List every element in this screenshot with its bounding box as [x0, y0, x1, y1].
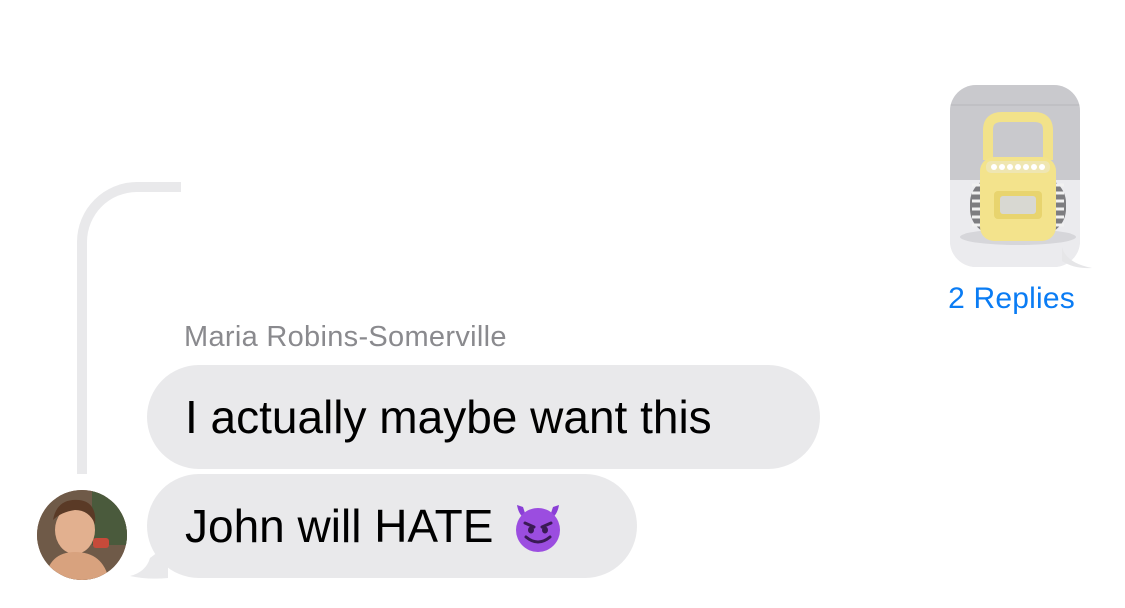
boombox-photo [950, 85, 1080, 267]
incoming-bubble-tail [130, 552, 168, 579]
thread-replies-link[interactable]: 2 Replies [948, 282, 1075, 316]
outgoing-bubble-tail [1062, 247, 1092, 269]
outgoing-image-message[interactable] [950, 85, 1080, 267]
sender-avatar[interactable] [37, 490, 127, 580]
incoming-message-bubble[interactable]: I actually maybe want this [147, 365, 820, 469]
sender-name: Maria Robins-Somerville [184, 321, 507, 353]
smiling-face-with-horns-icon [516, 505, 561, 552]
incoming-message-bubble[interactable]: John will HATE [147, 474, 637, 578]
message-text: I actually maybe want this [185, 391, 712, 443]
avatar-photo [37, 490, 127, 580]
message-text: John will HATE [185, 500, 494, 552]
